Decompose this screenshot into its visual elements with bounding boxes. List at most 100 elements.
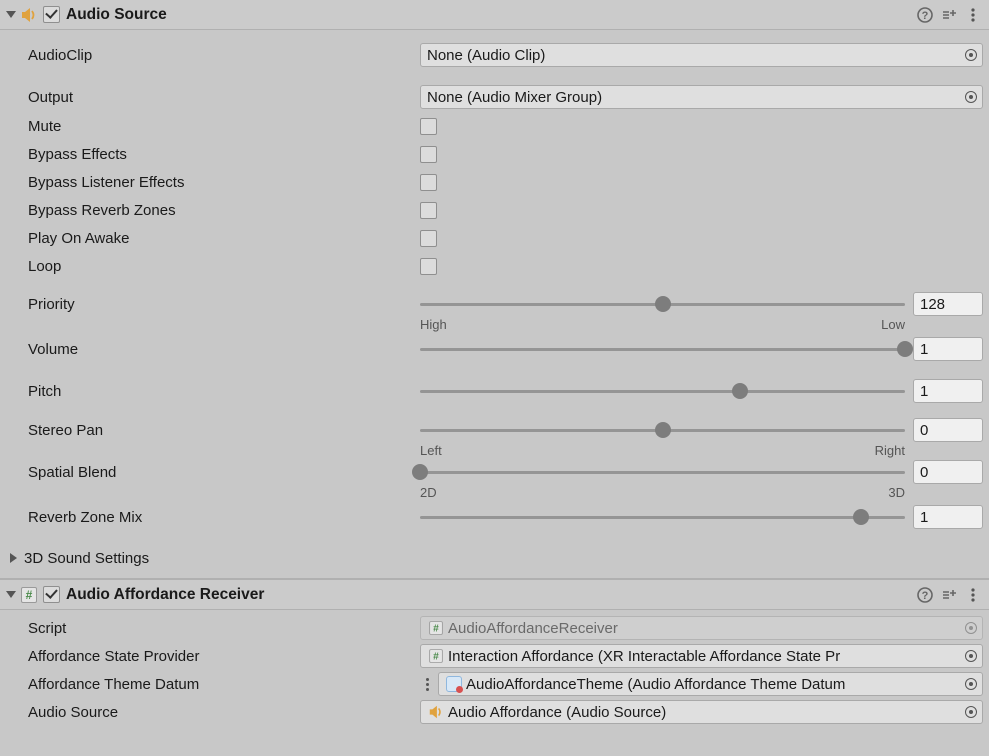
checkbox-bypass-reverb-zones[interactable] xyxy=(420,202,437,219)
foldout-toggle[interactable] xyxy=(4,8,18,22)
row-audio-source-ref: Audio Source Audio Affordance (Audio Sou… xyxy=(0,698,989,726)
object-picker-icon[interactable] xyxy=(964,649,978,663)
chevron-right-icon xyxy=(10,553,18,563)
row-stereo-pan: Stereo Pan 0 Left Right xyxy=(0,418,989,460)
slider-thumb[interactable] xyxy=(732,383,748,399)
row-reverb-zone-mix: Reverb Zone Mix 1 xyxy=(0,502,989,532)
label-priority: Priority xyxy=(28,292,420,313)
numbox-priority[interactable]: 128 xyxy=(913,292,983,316)
object-picker-icon[interactable] xyxy=(964,677,978,691)
numbox-stereo-pan[interactable]: 0 xyxy=(913,418,983,442)
numbox-reverb-zone-mix[interactable]: 1 xyxy=(913,505,983,529)
label-play-on-awake: Play On Awake xyxy=(28,230,420,247)
label-audio-source-ref: Audio Source xyxy=(28,704,420,721)
label-audioclip: AudioClip xyxy=(28,47,420,64)
row-theme-datum: Affordance Theme Datum AudioAffordanceTh… xyxy=(0,670,989,698)
slider-pitch[interactable] xyxy=(420,381,905,401)
checkbox-bypass-effects[interactable] xyxy=(420,146,437,163)
label-output: Output xyxy=(28,89,420,106)
objfield-audio-source-ref[interactable]: Audio Affordance (Audio Source) xyxy=(420,700,983,724)
foldout-toggle[interactable] xyxy=(4,588,18,602)
objfield-state-provider[interactable]: # Interaction Affordance (XR Interactabl… xyxy=(420,644,983,668)
row-state-provider: Affordance State Provider # Interaction … xyxy=(0,642,989,670)
row-mute: Mute xyxy=(0,112,989,140)
row-bypass-effects: Bypass Effects xyxy=(0,140,989,168)
objfield-theme-datum[interactable]: AudioAffordanceTheme (Audio Affordance T… xyxy=(438,672,983,696)
checkbox-mute[interactable] xyxy=(420,118,437,135)
objfield-output[interactable]: None (Audio Mixer Group) xyxy=(420,85,983,109)
kebab-icon[interactable] xyxy=(963,585,983,605)
slider-thumb[interactable] xyxy=(897,341,913,357)
numbox-volume[interactable]: 1 xyxy=(913,337,983,361)
foldout-3d-sound-settings[interactable]: 3D Sound Settings xyxy=(0,544,989,572)
row-play-on-awake: Play On Awake xyxy=(0,224,989,252)
checkbox-loop[interactable] xyxy=(420,258,437,275)
scale-left: Left xyxy=(420,443,442,458)
label-mute: Mute xyxy=(28,118,420,135)
label-script: Script xyxy=(28,620,420,637)
row-bypass-listener-effects: Bypass Listener Effects xyxy=(0,168,989,196)
checkbox-bypass-listener-effects[interactable] xyxy=(420,174,437,191)
object-picker-icon[interactable] xyxy=(964,90,978,104)
slider-thumb[interactable] xyxy=(412,464,428,480)
drag-handle-icon[interactable] xyxy=(420,673,434,695)
checkbox-play-on-awake[interactable] xyxy=(420,230,437,247)
scale-right: 3D xyxy=(888,485,905,500)
row-priority: Priority 128 High Low xyxy=(0,292,989,334)
label-reverb-zone-mix: Reverb Zone Mix xyxy=(28,509,420,526)
row-pitch: Pitch 1 xyxy=(0,376,989,406)
object-picker-icon[interactable] xyxy=(964,48,978,62)
slider-spatial-blend[interactable] xyxy=(420,462,905,482)
label-spatial-blend: Spatial Blend xyxy=(28,460,420,481)
label-bypass-listener-effects: Bypass Listener Effects xyxy=(28,174,420,191)
row-volume: Volume 1 xyxy=(0,334,989,364)
slider-reverb-zone-mix[interactable] xyxy=(420,507,905,527)
label-volume: Volume xyxy=(28,341,420,358)
help-icon[interactable] xyxy=(915,5,935,25)
row-output: Output None (Audio Mixer Group) xyxy=(0,82,989,112)
label-theme-datum: Affordance Theme Datum xyxy=(28,676,420,693)
label-bypass-effects: Bypass Effects xyxy=(28,146,420,163)
numbox-spatial-blend[interactable]: 0 xyxy=(913,460,983,484)
preset-icon[interactable] xyxy=(939,585,959,605)
scale-right: Low xyxy=(881,317,905,332)
row-spatial-blend: Spatial Blend 0 2D 3D xyxy=(0,460,989,502)
scale-left: 2D xyxy=(420,485,437,500)
numbox-pitch[interactable]: 1 xyxy=(913,379,983,403)
objfield-audioclip[interactable]: None (Audio Clip) xyxy=(420,43,983,67)
preset-icon[interactable] xyxy=(939,5,959,25)
component-title: Audio Affordance Receiver xyxy=(63,586,264,604)
object-picker-icon xyxy=(964,621,978,635)
slider-thumb[interactable] xyxy=(655,296,671,312)
objfield-script: # AudioAffordanceReceiver xyxy=(420,616,983,640)
component-title: Audio Source xyxy=(63,6,167,24)
label-loop: Loop xyxy=(28,258,420,275)
slider-stereo-pan[interactable] xyxy=(420,420,905,440)
component-header-affordance-receiver: # Audio Affordance Receiver xyxy=(0,580,989,610)
kebab-icon[interactable] xyxy=(963,5,983,25)
row-bypass-reverb-zones: Bypass Reverb Zones xyxy=(0,196,989,224)
component-enable-checkbox[interactable] xyxy=(43,586,60,603)
script-icon: # xyxy=(427,647,445,665)
slider-thumb[interactable] xyxy=(853,509,869,525)
script-icon: # xyxy=(18,587,40,603)
label-bypass-reverb-zones: Bypass Reverb Zones xyxy=(28,202,420,219)
asset-icon xyxy=(445,675,463,693)
row-audioclip: AudioClip None (Audio Clip) xyxy=(0,40,989,70)
row-script: Script # AudioAffordanceReceiver xyxy=(0,614,989,642)
object-picker-icon[interactable] xyxy=(964,705,978,719)
scale-right: Right xyxy=(875,443,905,458)
component-enable-checkbox[interactable] xyxy=(43,6,60,23)
label-state-provider: Affordance State Provider xyxy=(28,648,420,665)
slider-volume[interactable] xyxy=(420,339,905,359)
speaker-icon xyxy=(427,703,445,721)
label-3d-sound-settings: 3D Sound Settings xyxy=(24,550,149,567)
component-header-audio-source: Audio Source xyxy=(0,0,989,30)
slider-priority[interactable] xyxy=(420,294,905,314)
label-pitch: Pitch xyxy=(28,383,420,400)
label-stereo-pan: Stereo Pan xyxy=(28,418,420,439)
row-loop: Loop xyxy=(0,252,989,280)
help-icon[interactable] xyxy=(915,585,935,605)
scale-left: High xyxy=(420,317,447,332)
slider-thumb[interactable] xyxy=(655,422,671,438)
